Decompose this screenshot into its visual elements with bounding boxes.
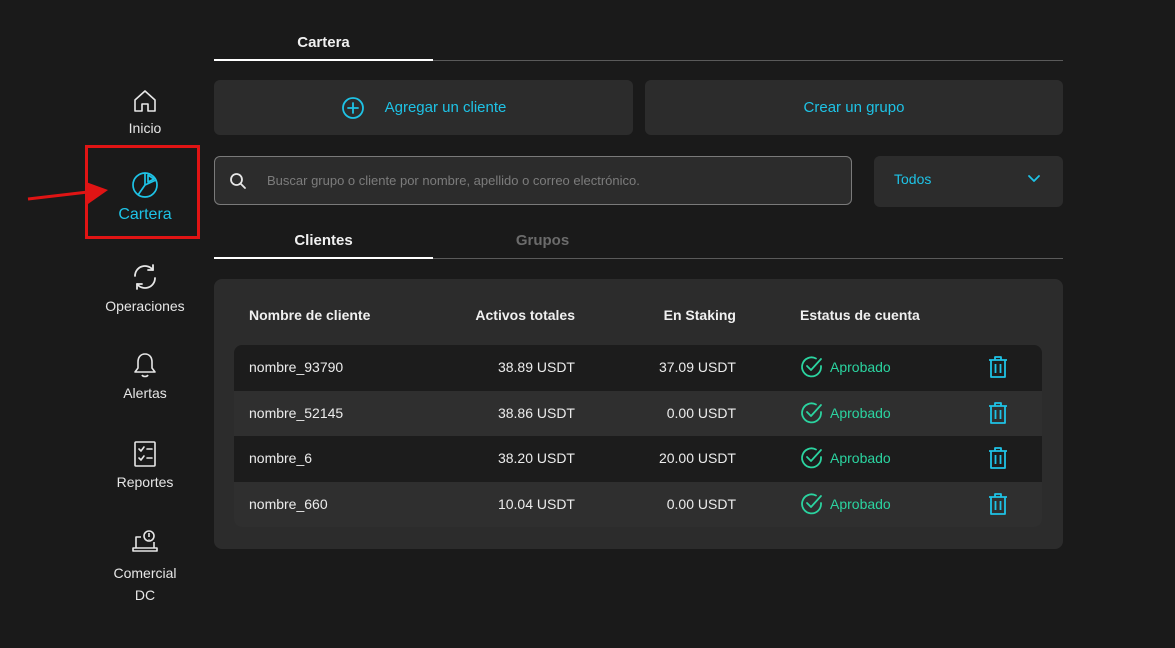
trash-icon[interactable] [988,446,1008,470]
sidebar-item-label: Inicio [128,120,162,136]
client-staking: 0.00 USDT [666,404,736,421]
check-circle-icon [801,493,822,514]
plus-circle-icon [341,96,364,119]
status-text: Aprobado [830,450,891,466]
sidebar-item-label: Alertas [123,385,167,401]
sidebar-item-alertas[interactable]: Alertas [90,351,200,401]
clients-table-card: Nombre de cliente Activos totales En Sta… [214,279,1063,549]
chevron-down-icon [1028,175,1040,182]
status-text: Aprobado [830,359,891,375]
filter-selected-value: Todos [894,171,932,187]
client-name: nombre_660 [249,495,328,512]
client-total-assets: 38.89 USDT [497,359,575,375]
tab-grupos[interactable]: Grupos [433,232,652,257]
client-total-assets: 10.04 USDT [497,495,575,512]
search-box [214,156,852,205]
home-icon [134,90,156,112]
table-row[interactable]: nombre_93790 38.89 USDT 37.09 USDT Aprob… [234,345,1042,391]
top-tabs: Cartera [214,34,1063,61]
table-row[interactable]: nombre_6 38.20 USDT 20.00 USDT Aprobado [234,436,1042,482]
sidebar-item-label: Operaciones [105,298,185,314]
create-group-label: Crear un grupo [803,99,905,116]
status-badge: Aprobado [800,401,891,425]
status-text: Aprobado [830,404,891,421]
column-header-total: Activos totales [475,307,575,323]
filter-dropdown[interactable]: Todos [874,156,1063,207]
client-staking: 37.09 USDT [658,359,736,375]
sidebar-item-comercial-dc[interactable]: Comercial DC [90,528,200,606]
trash-icon[interactable] [988,355,1008,379]
sidebar-item-operaciones[interactable]: Operaciones [90,262,200,314]
search-input[interactable] [265,172,829,189]
add-client-button[interactable]: Agregar un cliente [214,80,633,135]
bell-icon [134,353,156,378]
check-circle-icon [801,447,822,469]
client-name: nombre_6 [249,450,313,466]
trash-icon[interactable] [988,401,1008,425]
sub-tabs: Clientes Grupos [214,232,1063,259]
column-header-name: Nombre de cliente [249,307,371,323]
client-name: nombre_52145 [249,404,344,421]
sidebar-item-label: DC [134,587,156,603]
sidebar-item-label: Reportes [116,474,174,490]
table-body: nombre_93790 38.89 USDT 37.09 USDT Aprob… [234,345,1042,527]
tab-cartera[interactable]: Cartera [214,34,433,61]
sidebar-item-reportes[interactable]: Reportes [90,440,200,490]
add-client-label: Agregar un cliente [384,99,507,116]
status-badge: Aprobado [800,355,891,379]
tab-clientes[interactable]: Clientes [214,232,433,259]
trash-icon[interactable] [988,492,1008,516]
sidebar-item-label: Comercial [113,565,177,581]
annotation-arrow-icon [27,182,108,204]
refresh-arrows-icon [134,264,156,290]
table-row[interactable]: nombre_52145 38.86 USDT 0.00 USDT Aproba… [234,390,1042,436]
create-group-button[interactable]: Crear un grupo [645,80,1063,135]
check-circle-icon [801,356,822,378]
check-circle-icon [801,402,822,423]
search-icon [230,172,246,189]
client-staking: 0.00 USDT [666,495,736,512]
client-total-assets: 38.20 USDT [497,450,575,466]
commercial-laptop-icon [132,530,158,552]
table-row[interactable]: nombre_660 10.04 USDT 0.00 USDT Aprobado [234,481,1042,527]
client-name: nombre_93790 [249,359,344,375]
client-staking: 20.00 USDT [658,450,736,466]
checklist-icon [134,441,156,467]
column-header-staking: En Staking [663,307,736,323]
sidebar-item-inicio[interactable]: Inicio [90,88,200,136]
status-badge: Aprobado [800,446,891,470]
status-badge: Aprobado [800,492,891,516]
column-header-status: Estatus de cuenta [800,307,920,323]
status-text: Aprobado [830,495,891,512]
table-header: Nombre de cliente Activos totales En Sta… [214,307,1063,327]
client-total-assets: 38.86 USDT [497,404,575,421]
